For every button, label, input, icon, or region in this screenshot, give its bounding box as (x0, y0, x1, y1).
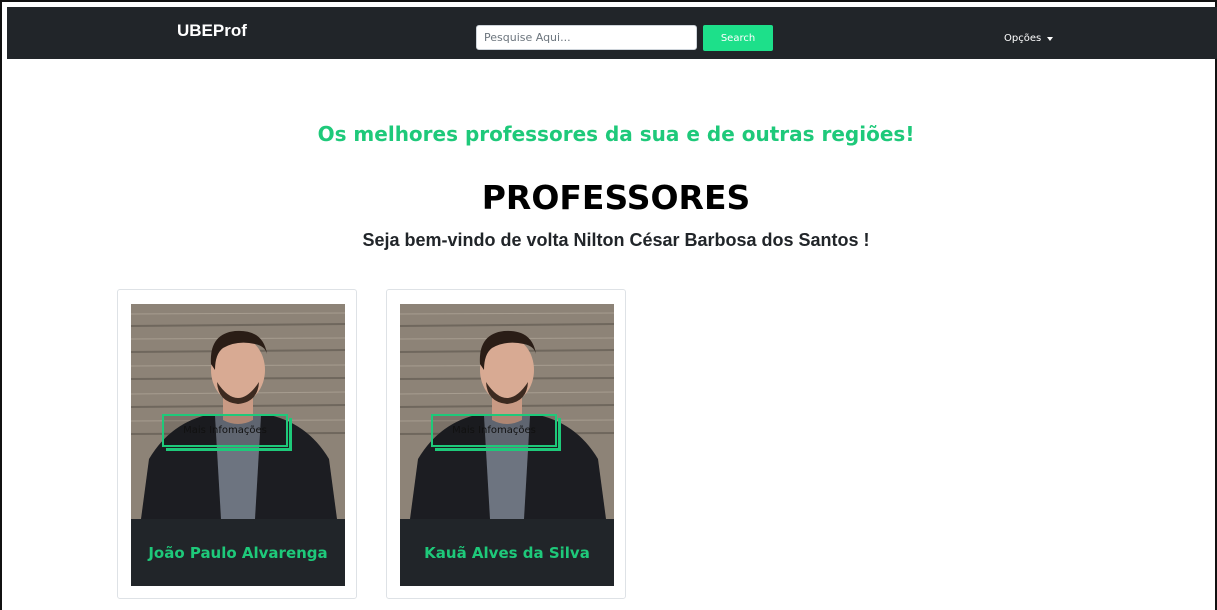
welcome-message: Seja bem-vindo de volta Nilton César Bar… (362, 230, 870, 250)
teacher-name-box: João Paulo Alvarenga (131, 519, 345, 586)
options-label: Opções (1004, 33, 1042, 44)
page-title: PROFESSORES (481, 178, 751, 217)
teacher-card: Mais Infomações João Paulo Alvarenga (117, 289, 357, 599)
teacher-name-box: Kauã Alves da Silva (400, 519, 614, 586)
tagline: Os melhores professores da sua e de outr… (317, 122, 915, 146)
teacher-photo (400, 304, 614, 519)
brand-logo[interactable]: UBEProf (177, 21, 247, 41)
options-dropdown[interactable]: Opções (1004, 33, 1054, 44)
search-button[interactable]: Search (703, 25, 773, 51)
more-info-button[interactable]: Mais Infomações (162, 414, 288, 447)
teacher-card: Mais Infomações Kauã Alves da Silva (386, 289, 626, 599)
teacher-name: João Paulo Alvarenga (148, 543, 328, 562)
teacher-photo (131, 304, 345, 519)
teacher-name: Kauã Alves da Silva (424, 543, 590, 562)
search-input[interactable] (476, 25, 697, 50)
navbar: UBEProf Search Opções (7, 7, 1217, 59)
more-info-button[interactable]: Mais Infomações (431, 414, 557, 447)
caret-down-icon (1047, 36, 1054, 41)
